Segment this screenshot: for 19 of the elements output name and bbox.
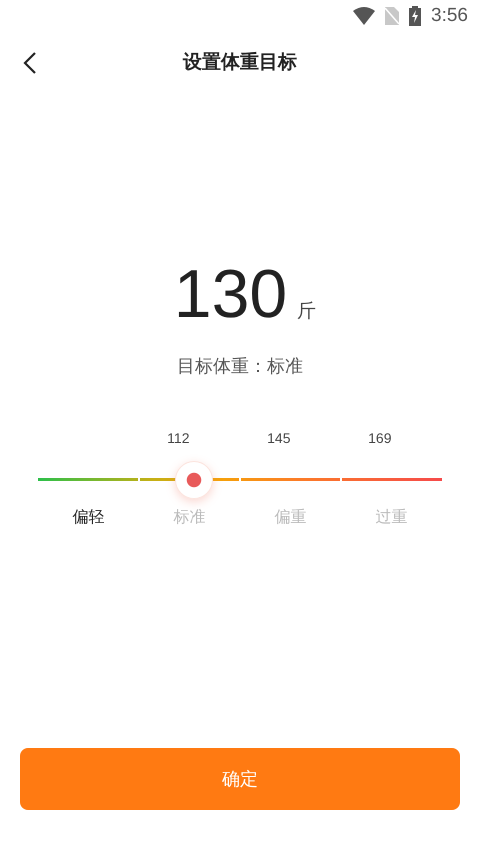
page-title: 设置体重目标 — [183, 50, 297, 75]
range-label: 过重 — [374, 507, 408, 528]
range-label: 标准 — [172, 507, 206, 528]
weight-value: 130 — [174, 260, 288, 328]
weight-slider[interactable] — [38, 461, 442, 499]
back-icon[interactable] — [23, 51, 37, 75]
tick-label: 145 — [266, 430, 290, 446]
weight-status: 目标体重：标准 — [176, 355, 304, 378]
tick-label: 112 — [166, 430, 190, 446]
no-sim-icon — [385, 7, 400, 25]
range-label: 偏轻 — [72, 507, 106, 528]
wifi-icon — [353, 7, 376, 25]
weight-unit: 斤 — [297, 299, 316, 324]
slider-thumb[interactable] — [174, 461, 213, 499]
tick-label: 169 — [367, 430, 392, 446]
range-label: 偏重 — [274, 507, 308, 528]
battery-charging-icon — [409, 6, 422, 26]
status-time: 3:56 — [431, 5, 468, 27]
confirm-button[interactable]: 确定 — [20, 748, 460, 810]
